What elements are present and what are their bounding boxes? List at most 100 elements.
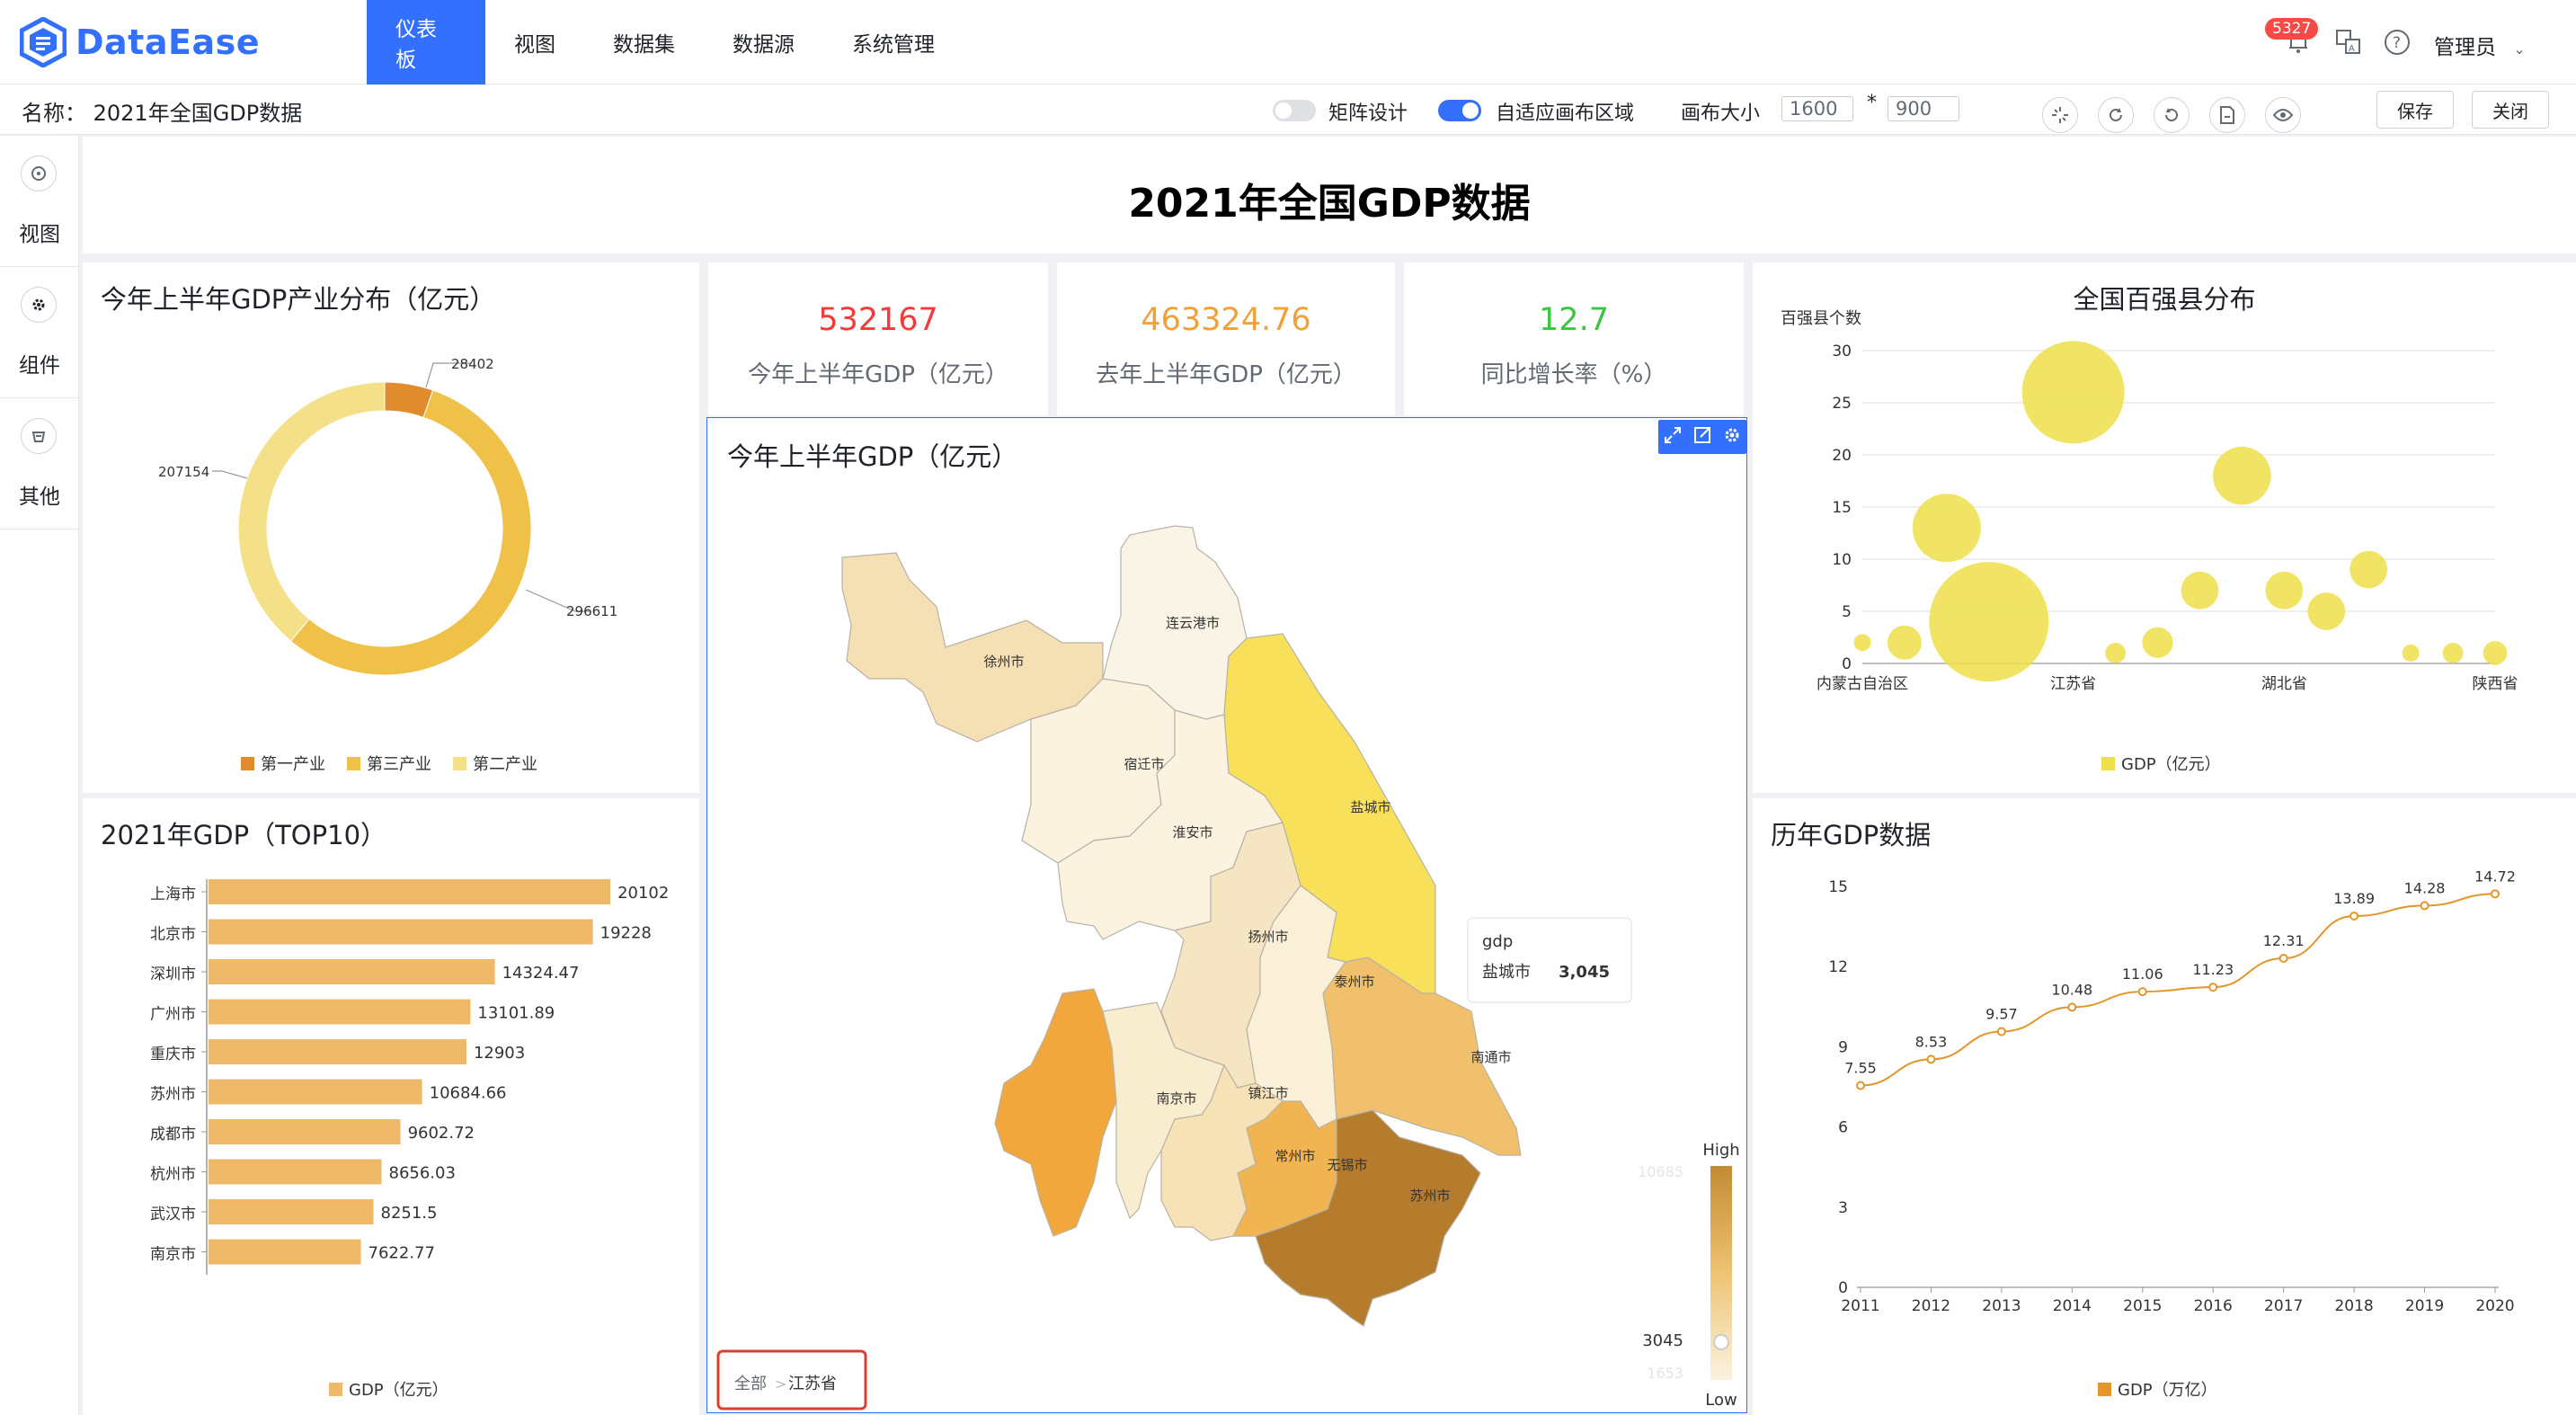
line-point[interactable] <box>2420 901 2429 911</box>
line-chart: 0 3 6 9 12 15 2011 2012 2013 2014 2015 2016 2017 2018… <box>1828 868 2516 1400</box>
line-point[interactable] <box>1926 1055 1936 1064</box>
adaptive-canvas-toggle[interactable] <box>1438 100 1481 121</box>
bubble-chart-panel[interactable]: 全国百强县分布 百强县个数 0 5 10 15 20 25 30 内蒙古自治区 江苏省 湖北省 陕西… <box>1753 263 2576 793</box>
tooltip-title: gdp <box>1482 932 1513 951</box>
line-point[interactable] <box>1996 1027 2006 1037</box>
bar[interactable] <box>209 959 495 984</box>
jiangsu-map-panel[interactable]: 今年上半年GDP（亿元） 连云港市 徐州市 宿迁市 盐城市 淮安市 扬州市 泰州… <box>706 417 1747 1413</box>
bubble-point[interactable] <box>2021 341 2125 444</box>
visualmap-handle[interactable] <box>1713 1334 1729 1350</box>
breadcrumb-all[interactable]: 全部 <box>734 1375 767 1393</box>
city-label-yancheng: 盐城市 <box>1350 799 1390 815</box>
map-tooltip: gdp 盐城市 3,045 <box>1467 917 1632 1003</box>
line-x-tick: 2012 <box>1912 1297 1950 1315</box>
auxiliary-grid-icon[interactable] <box>2042 97 2078 133</box>
city-label-huaian: 淮安市 <box>1172 824 1212 841</box>
bubble-point[interactable] <box>2349 550 2388 589</box>
close-button[interactable]: 关闭 <box>2472 91 2549 129</box>
bubble-point[interactable] <box>2181 571 2219 610</box>
donut-chart-panel[interactable]: 今年上半年GDP产业分布（亿元） 28402 296611 207154 第一产… <box>83 263 699 793</box>
bar[interactable] <box>209 879 611 904</box>
bubble-point[interactable] <box>1929 562 2049 682</box>
canvas-size-label: 画布大小 <box>1681 102 1761 125</box>
bar[interactable] <box>209 1159 382 1185</box>
bar[interactable] <box>209 1079 422 1105</box>
city-label-nanjing: 南京市 <box>1156 1090 1196 1107</box>
size-separator: * <box>1867 92 1877 114</box>
line-point[interactable] <box>2137 987 2147 997</box>
nav-datasets[interactable]: 数据集 <box>584 0 704 85</box>
bubble-x-tick: 陕西省 <box>2473 675 2518 693</box>
visualmap-current: 3045 <box>1642 1331 1683 1350</box>
bubble-point[interactable] <box>1912 494 1981 563</box>
rail-label-components: 组件 <box>19 354 60 378</box>
bar-value-label: 10684.66 <box>430 1084 507 1103</box>
bubble-point[interactable] <box>2265 571 2304 610</box>
bubble-point[interactable] <box>2142 627 2173 658</box>
matrix-design-toggle[interactable] <box>1273 100 1316 121</box>
bubble-point[interactable] <box>2442 643 2464 663</box>
svg-text:?: ? <box>2393 34 2401 52</box>
bubble-point[interactable] <box>2307 592 2346 630</box>
top10-bar-chart-panel[interactable]: 2021年GDP（TOP10） 上海市 20102 北京市 19228 深圳市 14324… <box>83 798 699 1415</box>
line-point[interactable] <box>2208 983 2218 992</box>
bar[interactable] <box>209 919 593 945</box>
city-label-yangzhou: 扬州市 <box>1248 929 1288 945</box>
line-x-tick: 2013 <box>1982 1297 2021 1315</box>
user-menu[interactable]: 管理员 ⌄ <box>2434 30 2526 60</box>
help-icon[interactable]: ? <box>2382 27 2412 58</box>
line-value-label: 7.55 <box>1844 1060 1877 1077</box>
bar-category-label: 成都市 <box>150 1126 196 1144</box>
line-chart-panel[interactable]: 历年GDP数据 0 3 6 9 12 15 2011 2012 2013 2014 2015 2016… <box>1753 798 2576 1415</box>
export-file-icon[interactable] <box>2209 97 2245 133</box>
legend-secondary: 第二产业 <box>473 755 537 774</box>
line-point[interactable] <box>2067 1002 2077 1012</box>
bar[interactable] <box>209 1199 374 1224</box>
breadcrumb-province[interactable]: 江苏省 <box>788 1375 837 1393</box>
rail-item-views[interactable]: 视图 <box>0 136 79 267</box>
canvas-height-input[interactable]: 900 <box>1888 96 1959 121</box>
line-point[interactable] <box>2349 912 2359 921</box>
city-label-nantong: 南通市 <box>1470 1049 1511 1065</box>
nav-views[interactable]: 视图 <box>485 0 584 85</box>
save-button[interactable]: 保存 <box>2376 91 2454 129</box>
preview-eye-icon[interactable] <box>2265 97 2301 133</box>
line-point[interactable] <box>2491 889 2500 899</box>
line-point[interactable] <box>2278 953 2288 963</box>
line-value-label: 9.57 <box>1985 1005 2018 1022</box>
nav-dashboard[interactable]: 仪表板 <box>367 0 485 85</box>
legend-primary: 第一产业 <box>261 755 325 774</box>
bar[interactable] <box>209 1119 401 1144</box>
jiangsu-map: 连云港市 徐州市 宿迁市 盐城市 淮安市 扬州市 泰州市 南通市 南京市 镇江市… <box>716 525 1740 1411</box>
bubble-point[interactable] <box>2213 446 2271 505</box>
refresh-icon[interactable] <box>2098 97 2134 133</box>
bar[interactable] <box>209 1039 466 1064</box>
donut-label-primary: 28402 <box>451 356 494 372</box>
dataease-logo[interactable]: DataEase <box>20 16 260 68</box>
bar[interactable] <box>209 999 471 1025</box>
donut-slice[interactable] <box>237 381 386 642</box>
bubble-point[interactable] <box>1887 625 1922 660</box>
kpi-card-growth-rate[interactable]: 12.7 同比增长率（%） <box>1404 263 1744 415</box>
kpi-card-last-year-gdp[interactable]: 463324.76 去年上半年GDP（亿元） <box>1057 263 1395 415</box>
translate-icon[interactable]: A <box>2333 27 2364 58</box>
bubble-point[interactable] <box>1853 634 1871 652</box>
nav-system-management[interactable]: 系统管理 <box>823 0 964 85</box>
region-nanjing[interactable] <box>994 988 1117 1237</box>
donut-slice[interactable] <box>289 389 532 676</box>
rail-item-components[interactable]: 组件 <box>0 267 79 398</box>
nav-datasources[interactable]: 数据源 <box>704 0 823 85</box>
bar-value-label: 19228 <box>600 924 652 943</box>
breadcrumb-separator: > <box>775 1375 786 1393</box>
bar[interactable] <box>209 1239 361 1265</box>
visualmap-low-label: Low <box>1705 1391 1737 1410</box>
undo-icon[interactable] <box>2154 97 2190 133</box>
rail-item-other[interactable]: 其他 <box>0 398 79 530</box>
canvas-width-input[interactable]: 1600 <box>1781 96 1853 121</box>
bubble-point[interactable] <box>2483 641 2508 665</box>
bubble-point[interactable] <box>2402 644 2420 662</box>
bubble-point[interactable] <box>2105 643 2126 663</box>
kpi-card-current-gdp[interactable]: 532167 今年上半年GDP（亿元） <box>708 263 1048 415</box>
line-point[interactable] <box>1856 1081 1865 1090</box>
bubble-y-tick: 0 <box>1842 655 1852 673</box>
